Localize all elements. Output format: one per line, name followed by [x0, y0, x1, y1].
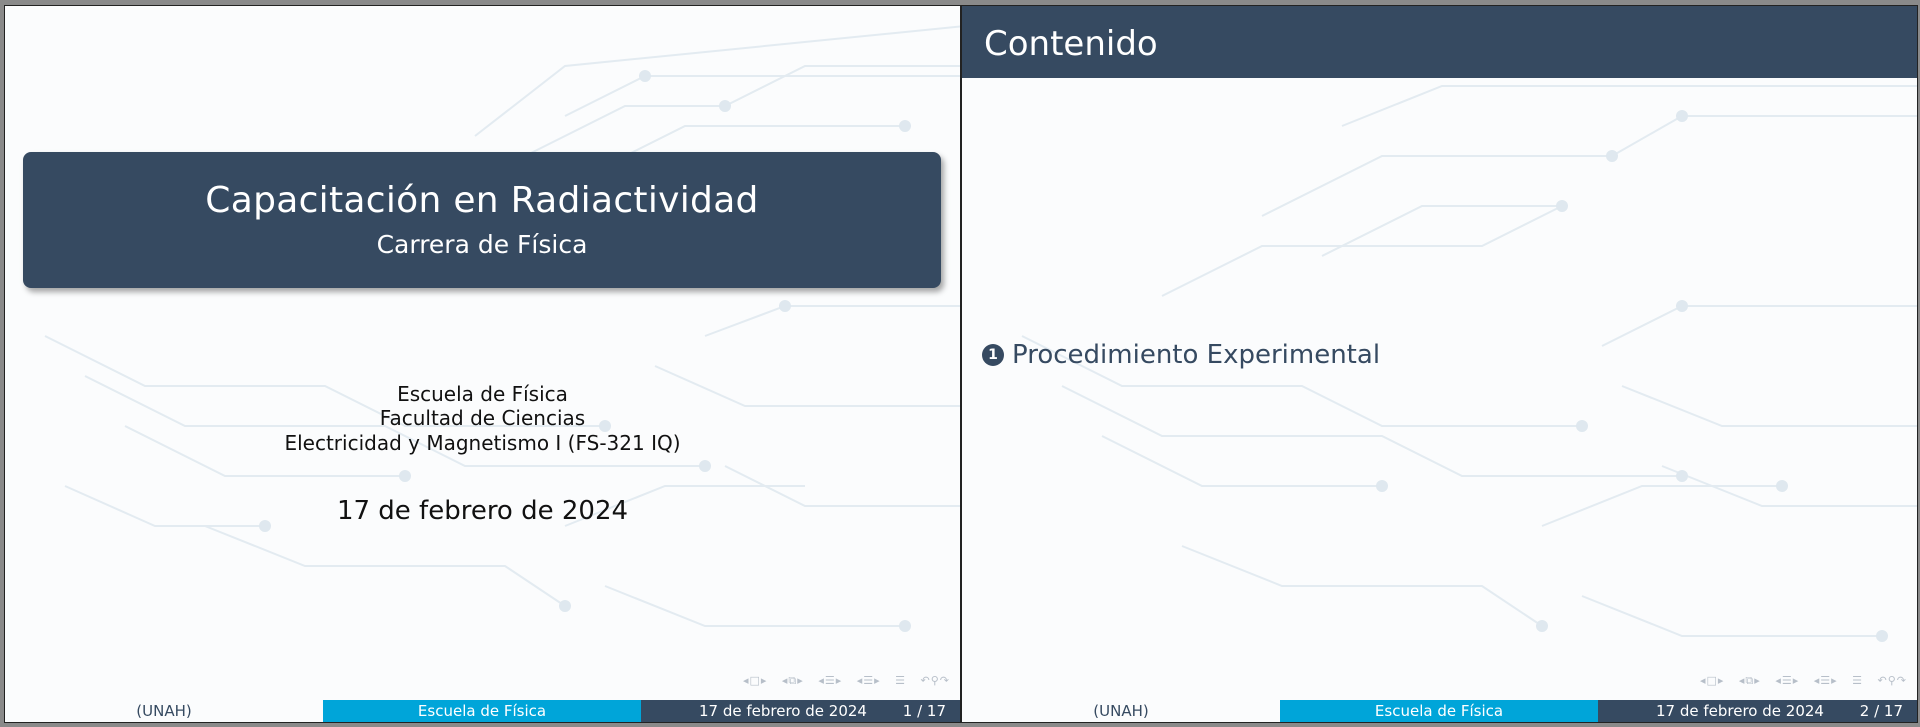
institute-line-2: Facultad de Ciencias — [379, 406, 586, 430]
institute-line-3: Electricidad y Magnetismo I (FS-321 IQ) — [284, 431, 681, 455]
circuit-background — [44, 25, 960, 632]
slide-1: Capacitación en Radiactividad Carrera de… — [5, 6, 960, 722]
frame-next-icon[interactable]: ▸ — [761, 674, 768, 687]
section-icon[interactable]: ◂☰▸ — [818, 674, 842, 687]
footer-author: (UNAH) — [962, 700, 1280, 722]
subsection-icon[interactable]: ◂⧉▸ — [1739, 674, 1761, 687]
toc-item-label: Procedimiento Experimental — [1012, 340, 1381, 370]
subsection-nav-icon[interactable]: ◂☰▸ — [857, 674, 881, 687]
footer-author: (UNAH) — [5, 700, 323, 722]
title-block: Capacitación en Radiactividad Carrera de… — [23, 152, 941, 288]
footer-date: 17 de febrero de 2024 — [1656, 702, 1824, 720]
presentation-title: Capacitación en Radiactividad — [205, 180, 759, 221]
undo-icon[interactable]: ↶ — [1878, 674, 1888, 687]
redo-icon[interactable]: ↷ — [940, 674, 950, 687]
toc-item[interactable]: 1 Procedimiento Experimental — [982, 340, 1380, 370]
slide-2: Contenido 1 Procedimiento Experimental ◂… — [962, 6, 1917, 722]
frame-next-icon[interactable]: ▸ — [1718, 674, 1725, 687]
frame-icon[interactable]: □ — [749, 674, 760, 687]
pdf-viewer: Capacitación en Radiactividad Carrera de… — [0, 0, 1920, 727]
toc-item-number: 1 — [982, 344, 1004, 366]
footer-date-page: 17 de febrero de 2024 2 / 17 — [1598, 700, 1917, 722]
frame-title-bar: Contenido — [962, 6, 1917, 78]
frame-icon[interactable]: □ — [1706, 674, 1717, 687]
footer-page-number: 2 / 17 — [1859, 702, 1903, 720]
doc-icon[interactable]: ☰ — [1852, 674, 1863, 687]
presentation-subtitle: Carrera de Física — [376, 230, 588, 259]
footer-institute: Escuela de Física — [323, 700, 641, 722]
redo-icon[interactable]: ↷ — [1897, 674, 1907, 687]
section-icon[interactable]: ◂☰▸ — [1775, 674, 1799, 687]
presentation-date: 17 de febrero de 2024 — [336, 496, 629, 526]
footer-institute: Escuela de Física — [1280, 700, 1598, 722]
frame-title: Contenido — [984, 24, 1158, 64]
footer-date: 17 de febrero de 2024 — [699, 702, 867, 720]
footer-date-page: 17 de febrero de 2024 1 / 17 — [641, 700, 960, 722]
subsection-icon[interactable]: ◂⧉▸ — [782, 674, 804, 687]
subsection-nav-icon[interactable]: ◂☰▸ — [1814, 674, 1838, 687]
beamer-navigation-bar: ◂□▸ ◂⧉▸ ◂☰▸ ◂☰▸ ☰ ↶⚲↷ — [1700, 674, 1907, 688]
beamer-navigation-bar: ◂□▸ ◂⧉▸ ◂☰▸ ◂☰▸ ☰ ↶⚲↷ — [743, 674, 950, 688]
footer-page-number: 1 / 17 — [902, 702, 946, 720]
doc-icon[interactable]: ☰ — [895, 674, 906, 687]
institute-line-1: Escuela de Física — [397, 382, 568, 406]
undo-icon[interactable]: ↶ — [921, 674, 931, 687]
search-icon[interactable]: ⚲ — [1888, 674, 1897, 687]
slide-footer: (UNAH) Escuela de Física 17 de febrero d… — [5, 700, 960, 722]
search-icon[interactable]: ⚲ — [931, 674, 940, 687]
slide-footer: (UNAH) Escuela de Física 17 de febrero d… — [962, 700, 1917, 722]
